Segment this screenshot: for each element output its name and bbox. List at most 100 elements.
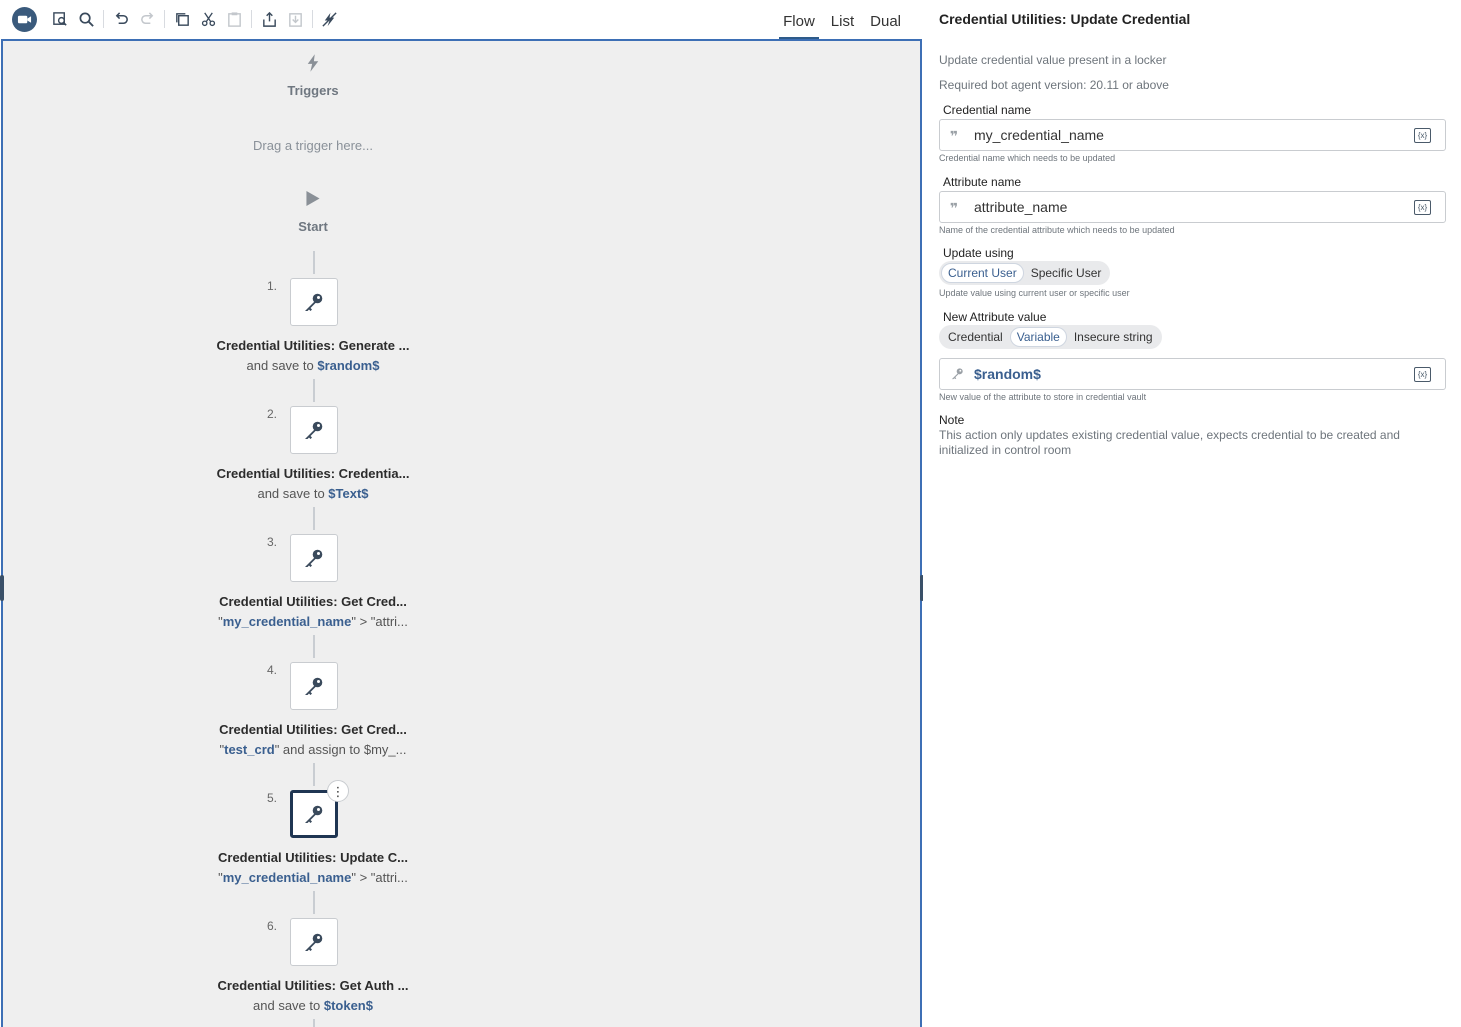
find-in-page-icon xyxy=(52,11,67,26)
view-tabs: Flow List Dual xyxy=(771,0,905,39)
panel-title: Credential Utilities: Update Credential xyxy=(939,11,1191,27)
connector-line xyxy=(313,763,315,786)
step-6-subtitle: and save to $token$ xyxy=(253,998,373,1013)
attribute-name-hint: Name of the credential attribute which n… xyxy=(939,225,1175,235)
vertical-ellipsis-icon: ⋮ xyxy=(331,783,345,799)
search-button[interactable] xyxy=(76,9,96,29)
step-5-title: Credential Utilities: Update C... xyxy=(218,850,408,865)
find-in-page-button[interactable] xyxy=(50,9,70,29)
play-icon xyxy=(306,191,320,206)
key-icon xyxy=(305,421,323,439)
connector-line xyxy=(313,891,315,914)
option-current-user[interactable]: Current User xyxy=(941,263,1024,283)
undo-icon xyxy=(115,11,128,24)
triggers-node[interactable] xyxy=(306,53,320,78)
step-sub-suffix: " > "attri... xyxy=(351,870,408,885)
key-icon xyxy=(305,293,323,311)
toolbar: Flow List Dual xyxy=(0,0,923,39)
quote-icon: ❞ xyxy=(950,128,959,144)
export-button[interactable] xyxy=(259,9,279,29)
redo-button[interactable] xyxy=(137,9,157,29)
step-3-box[interactable] xyxy=(290,534,338,582)
step-variable: $random$ xyxy=(317,358,380,373)
toolbar-divider xyxy=(251,10,252,28)
connector-line xyxy=(313,1019,315,1027)
step-5-subtitle: "my_credential_name" > "attri... xyxy=(218,870,408,885)
step-number: 5. xyxy=(267,791,278,805)
connector-line xyxy=(313,251,315,274)
step-variable: $token$ xyxy=(323,998,373,1013)
step-4-box[interactable] xyxy=(290,662,338,710)
step-6-box[interactable] xyxy=(290,918,338,966)
step-variable: test_crd xyxy=(224,742,275,757)
tab-dual[interactable]: Dual xyxy=(866,0,905,39)
step-2-title: Credential Utilities: Credentia... xyxy=(216,466,410,481)
start-label: Start xyxy=(298,219,328,234)
new-value-input[interactable]: $random$ {x} xyxy=(939,358,1446,390)
attribute-name-value: attribute_name xyxy=(974,199,1068,215)
step-2-box[interactable] xyxy=(290,406,338,454)
step-1-title: Credential Utilities: Generate ... xyxy=(216,338,410,353)
new-value-label: New Attribute value xyxy=(943,310,1047,324)
update-using-label: Update using xyxy=(943,246,1014,260)
drag-trigger-hint: Drag a trigger here... xyxy=(253,138,373,153)
key-icon xyxy=(305,805,323,823)
attribute-name-input[interactable]: ❞ attribute_name {x} xyxy=(939,191,1446,223)
flow-canvas[interactable]: Triggers Drag a trigger here... Start 1.… xyxy=(1,39,922,1027)
option-insecure-string[interactable]: Insecure string xyxy=(1067,327,1160,347)
left-resize-handle[interactable] xyxy=(0,575,4,601)
flow-editor: Flow List Dual Triggers Drag a trigger h… xyxy=(0,0,924,1027)
connector-line xyxy=(313,635,315,658)
key-icon xyxy=(305,933,323,951)
credential-name-label: Credential name xyxy=(943,103,1032,117)
insert-variable-button[interactable]: {x} xyxy=(1414,367,1431,382)
attribute-name-label: Attribute name xyxy=(943,175,1022,189)
connector-line xyxy=(313,379,315,402)
step-1-subtitle: and save to $random$ xyxy=(247,358,380,373)
step-sub-suffix: " and assign to $my_... xyxy=(274,742,407,757)
paste-button[interactable] xyxy=(224,9,244,29)
connector-line xyxy=(313,507,315,530)
step-3-subtitle: "my_credential_name" > "attri... xyxy=(218,614,408,629)
insert-variable-button[interactable]: {x} xyxy=(1414,200,1431,215)
import-button[interactable] xyxy=(285,9,305,29)
tab-flow[interactable]: Flow xyxy=(779,0,819,39)
update-using-hint: Update value using current user or speci… xyxy=(939,288,1130,298)
step-number: 1. xyxy=(267,279,278,293)
step-number: 3. xyxy=(267,535,278,549)
video-camera-icon xyxy=(17,15,32,24)
undo-button[interactable] xyxy=(111,9,131,29)
option-variable[interactable]: Variable xyxy=(1009,327,1067,347)
step-4-subtitle: "test_crd" and assign to $my_... xyxy=(220,742,407,757)
insert-variable-button[interactable]: {x} xyxy=(1414,128,1431,143)
disable-action-button[interactable] xyxy=(319,9,339,29)
credential-name-input[interactable]: ❞ my_credential_name {x} xyxy=(939,119,1446,151)
step-sub-suffix: " > "attri... xyxy=(351,614,408,629)
step-2-subtitle: and save to $Text$ xyxy=(257,486,368,501)
export-icon xyxy=(262,11,276,27)
start-node[interactable] xyxy=(306,190,321,212)
tab-list[interactable]: List xyxy=(827,0,858,39)
step-number: 4. xyxy=(267,663,278,677)
new-value-variable: $random$ xyxy=(974,366,1041,382)
new-value-type-toggle: Credential Variable Insecure string xyxy=(939,325,1162,349)
copy-button[interactable] xyxy=(172,9,192,29)
scissors-icon xyxy=(201,12,215,26)
step-3-title: Credential Utilities: Get Cred... xyxy=(219,594,407,609)
step-1-box[interactable] xyxy=(290,278,338,326)
lightning-icon xyxy=(307,54,319,72)
record-button[interactable] xyxy=(12,7,37,32)
step-4-title: Credential Utilities: Get Cred... xyxy=(219,722,407,737)
search-icon xyxy=(79,12,94,27)
toolbar-divider xyxy=(312,10,313,28)
step-more-options-button[interactable]: ⋮ xyxy=(327,780,349,802)
note-title: Note xyxy=(939,413,965,427)
cut-button[interactable] xyxy=(198,9,218,29)
note-text: This action only updates existing creden… xyxy=(939,428,1400,457)
version-note: Required bot agent version: 20.11 or abo… xyxy=(939,78,1169,92)
option-specific-user[interactable]: Specific User xyxy=(1024,263,1109,283)
step-variable: $Text$ xyxy=(328,486,369,501)
quote-icon: ❞ xyxy=(950,200,959,216)
triggers-label: Triggers xyxy=(287,83,339,98)
option-credential[interactable]: Credential xyxy=(941,327,1010,347)
